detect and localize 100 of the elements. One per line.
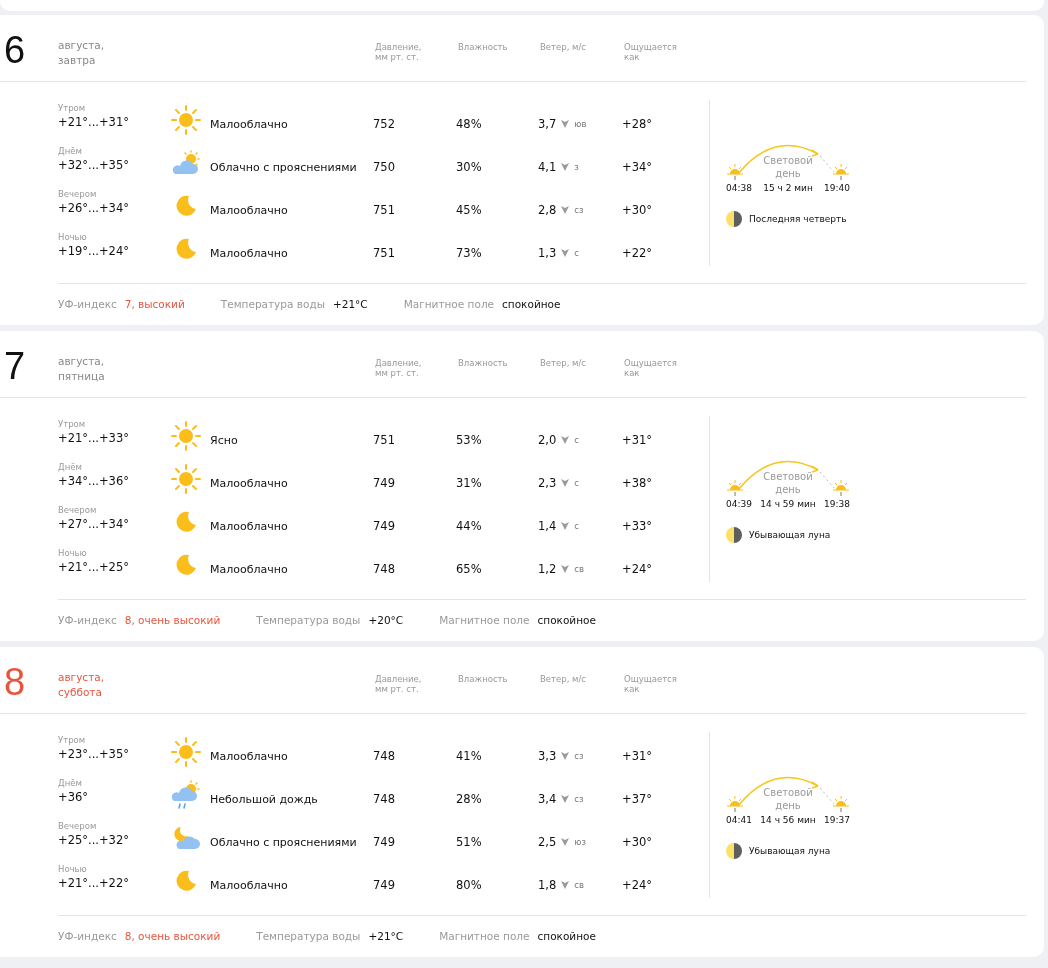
wind-speed: 4,1: [538, 160, 557, 174]
footer-value: 8, очень высокий: [124, 614, 221, 626]
condition-text: Малооблачно: [210, 204, 289, 219]
daylight-duration: 15 ч 2 мин: [763, 182, 813, 193]
wind-speed: 3,7: [538, 117, 557, 131]
daylight-label: Световой день: [762, 469, 814, 496]
period-label: Утром: [58, 419, 87, 429]
moon-phase-icon: [726, 842, 742, 859]
footer-label: УФ-индекс: [58, 298, 117, 310]
temperature: +23°...+35°: [58, 747, 130, 761]
footer-value: +21°C: [332, 298, 368, 310]
temperature: +26°...+34°: [58, 201, 130, 215]
wind-speed: 3,3: [538, 749, 557, 763]
pressure-value: 751: [373, 433, 396, 449]
sunrise-icon: [726, 163, 744, 180]
moon-cloud-icon: [171, 825, 201, 851]
feels-like-value: +37°: [622, 792, 654, 808]
feels-like-value: +28°: [622, 117, 654, 133]
condition-text: Ясно: [210, 434, 239, 449]
pressure-value: 749: [373, 519, 396, 535]
pressure-value: 748: [373, 562, 396, 578]
moon-icon: [175, 195, 197, 217]
footer-label: Магнитное поле: [439, 930, 530, 942]
sunset-time: 19:38: [824, 498, 850, 509]
humidity-value: 80%: [456, 878, 483, 894]
sunset-icon: [832, 795, 850, 812]
daylight-label: Световой день: [762, 153, 814, 180]
wind-arrow-icon: [561, 565, 570, 573]
humidity-value: 31%: [456, 476, 483, 492]
wind-arrow-icon: [561, 479, 570, 487]
wind-direction: св: [574, 880, 584, 890]
daylight-duration: 14 ч 56 мин: [760, 814, 816, 825]
moon-icon: [175, 870, 197, 892]
condition-text: Малооблачно: [210, 247, 289, 262]
wind-arrow-icon: [561, 752, 570, 760]
humidity-value: 48%: [456, 117, 483, 133]
sun-icon: [171, 421, 201, 451]
temperature: +19°...+24°: [58, 244, 130, 258]
pressure-value: 749: [373, 476, 396, 492]
pressure-value: 752: [373, 117, 396, 133]
pressure-value: 750: [373, 160, 396, 176]
temperature: +21°...+31°: [58, 115, 130, 129]
sun-icon: [171, 464, 201, 494]
condition-text: Малооблачно: [210, 118, 289, 133]
sunset-time: 19:37: [824, 814, 850, 825]
cloud-sun-icon: [171, 150, 201, 176]
footer-value: +20°C: [368, 614, 404, 626]
wind-direction: юв: [574, 119, 587, 129]
feels-like-value: +31°: [622, 433, 654, 449]
temperature: +32°...+35°: [58, 158, 130, 172]
temperature: +21°...+33°: [58, 431, 130, 445]
moon-icon: [175, 238, 197, 260]
temperature: +27°...+34°: [58, 517, 130, 531]
wind-arrow-icon: [561, 163, 570, 171]
condition-text: Небольшой дождь: [210, 793, 319, 808]
moon-icon: [175, 554, 197, 576]
footer-label: Температура воды: [220, 298, 325, 310]
feels-like-value: +31°: [622, 749, 654, 765]
wind-direction: с: [574, 521, 579, 531]
pressure-value: 749: [373, 878, 396, 894]
temperature: +21°...+25°: [58, 560, 130, 574]
sunrise-icon: [726, 479, 744, 496]
day-number: 8: [3, 660, 27, 701]
wind-arrow-icon: [561, 206, 570, 214]
wind-arrow-icon: [561, 522, 570, 530]
humidity-value: 45%: [456, 203, 483, 219]
weekday-label: суббота: [58, 685, 103, 700]
sunset-icon: [832, 163, 850, 180]
footer-label: УФ-индекс: [58, 614, 117, 626]
moon-phase-label: Последняя четверть: [749, 213, 847, 224]
humidity-value: 73%: [456, 246, 483, 262]
column-header: Ощущается как: [624, 357, 678, 378]
column-header: Давление, мм рт. ст.: [375, 41, 423, 62]
wind-arrow-icon: [561, 881, 570, 889]
humidity-value: 51%: [456, 835, 483, 851]
daylight-label: Световой день: [762, 785, 814, 812]
footer-value: 7, высокий: [124, 298, 185, 310]
feels-like-value: +34°: [622, 160, 654, 176]
wind-direction: сз: [574, 794, 584, 804]
moon-icon: [175, 511, 197, 533]
feels-like-value: +33°: [622, 519, 654, 535]
wind-direction: з: [574, 162, 579, 172]
footer-label: Температура воды: [256, 930, 361, 942]
column-header: Давление, мм рт. ст.: [375, 357, 423, 378]
footer-value: спокойное: [502, 298, 561, 310]
period-label: Днём: [58, 462, 83, 472]
humidity-value: 41%: [456, 749, 483, 765]
wind-speed: 2,5: [538, 835, 557, 849]
footer-label: Магнитное поле: [439, 614, 530, 626]
footer-label: Температура воды: [256, 614, 361, 626]
wind-arrow-icon: [561, 249, 570, 257]
column-header: Влажность: [458, 357, 509, 368]
sun-icon: [171, 105, 201, 135]
wind-speed: 3,4: [538, 792, 557, 806]
rain-cloud-icon: [171, 780, 201, 810]
sunrise-icon: [726, 795, 744, 812]
temperature: +21°...+22°: [58, 876, 130, 890]
moon-phase-icon: [726, 526, 742, 543]
wind-direction: сз: [574, 205, 584, 215]
temperature: +36°: [58, 790, 90, 804]
